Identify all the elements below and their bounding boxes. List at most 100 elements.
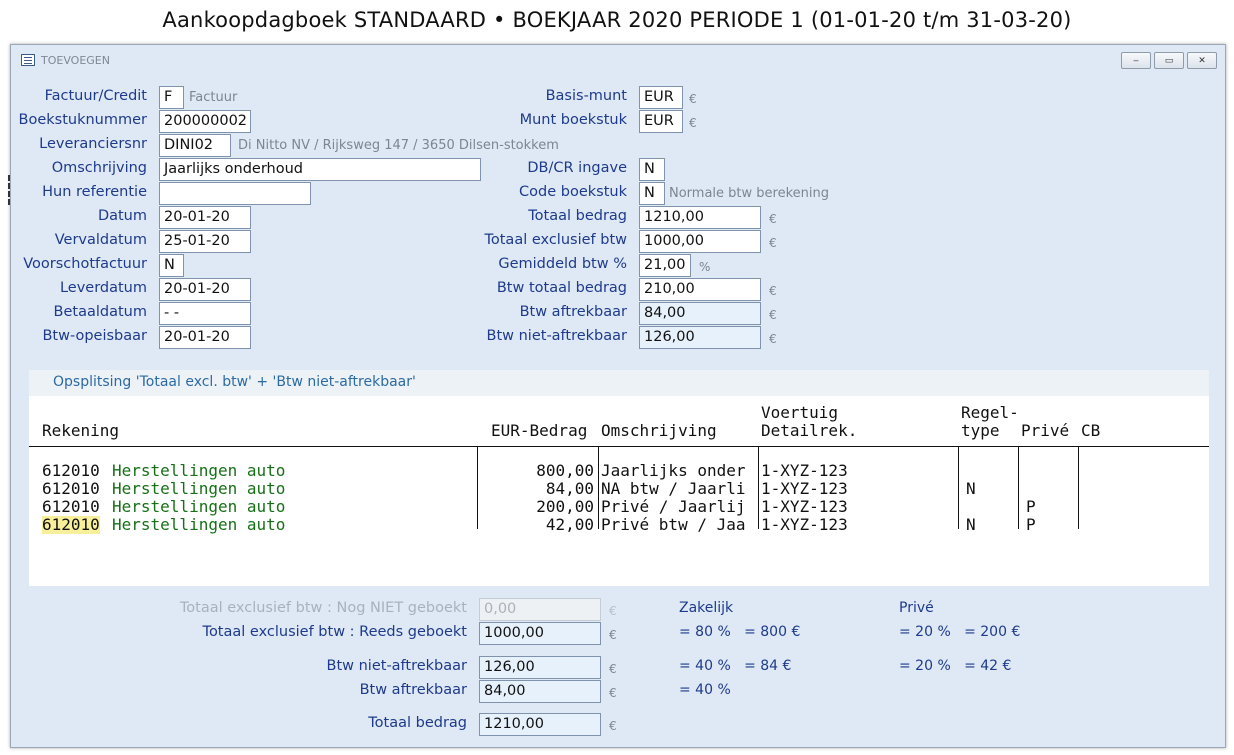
label-btw-totaal: Btw totaal bedrag: [496, 280, 627, 296]
row-prive[interactable]: P: [1026, 516, 1036, 534]
leveranciersnr-field[interactable]: DINI02: [159, 134, 231, 157]
munt-boekstuk-unit: €: [689, 116, 697, 130]
datum-field[interactable]: 20-01-20: [159, 206, 251, 229]
split-section-header: Opsplitsing 'Totaal excl. btw' + 'Btw ni…: [29, 370, 1209, 396]
factuur-credit-hint: Factuur: [189, 90, 238, 105]
window-menu-icon[interactable]: [21, 54, 35, 66]
totaal-bedrag-field[interactable]: 1210,00: [639, 206, 761, 229]
label-gemiddeld-btw: Gemiddeld btw %: [498, 256, 627, 272]
label-omschrijving: Omschrijving: [51, 160, 147, 176]
row-account-name[interactable]: Herstellingen auto: [112, 516, 285, 534]
basis-munt-field[interactable]: EUR: [639, 86, 683, 109]
row-prive[interactable]: P: [1026, 498, 1036, 516]
reeds-geboekt-field: 1000,00: [479, 622, 601, 645]
label-btw-opeisbaar: Btw-opeisbaar: [42, 328, 147, 344]
code-boekstuk-field[interactable]: N: [639, 182, 665, 205]
row-description[interactable]: Privé btw / Jaa: [601, 516, 746, 534]
nog-niet-geboekt-unit: €: [609, 604, 617, 618]
label-leveranciersnr: Leveranciersnr: [39, 136, 147, 152]
totaal-bedrag-unit: €: [769, 212, 777, 226]
row-account-name[interactable]: Herstellingen auto: [112, 480, 285, 498]
col-header-regeltype-2[interactable]: type: [961, 422, 1000, 440]
window-title: TOEVOEGEN: [41, 54, 110, 67]
row-description[interactable]: NA btw / Jaarli: [601, 480, 746, 498]
label-factuur-credit: Factuur/Credit: [44, 88, 147, 104]
row-vehicle[interactable]: 1-XYZ-123: [761, 516, 848, 534]
btw-niet-aftrekbaar-unit: €: [769, 332, 777, 346]
zakelijk-aftrekbaar: = 40 %: [679, 682, 731, 698]
minimize-button[interactable]: ‒: [1121, 52, 1151, 69]
btw-totaal-field[interactable]: 210,00: [639, 278, 761, 301]
col-divider: [758, 447, 759, 529]
row-account-name[interactable]: Herstellingen auto: [112, 498, 285, 516]
sum-totaal-bedrag-unit: €: [609, 719, 617, 733]
row-amount[interactable]: 42,00: [481, 516, 594, 534]
factuur-credit-field[interactable]: F: [159, 86, 184, 109]
row-type[interactable]: N: [966, 516, 976, 534]
row-amount[interactable]: 200,00: [481, 498, 594, 516]
col-header-regeltype-1[interactable]: Regel-: [961, 404, 1019, 422]
boekstuknummer-field[interactable]: 200000002: [159, 110, 251, 133]
dbcr-ingave-field[interactable]: N: [639, 158, 665, 181]
label-leverdatum: Leverdatum: [59, 280, 147, 296]
label-datum: Datum: [97, 208, 147, 224]
munt-boekstuk-field[interactable]: EUR: [639, 110, 683, 133]
label-totaal-bedrag: Totaal bedrag: [528, 208, 627, 224]
label-voorschotfactuur: Voorschotfactuur: [23, 256, 147, 272]
label-vervaldatum: Vervaldatum: [54, 232, 147, 248]
row-account-selected[interactable]: 612010: [42, 516, 100, 534]
label-reeds-geboekt: Totaal exclusief btw : Reeds geboekt: [202, 624, 467, 640]
col-header-bedrag[interactable]: EUR-Bedrag: [491, 422, 587, 440]
row-vehicle[interactable]: 1-XYZ-123: [761, 462, 848, 480]
totaal-excl-btw-field[interactable]: 1000,00: [639, 230, 761, 253]
col-header-voertuig[interactable]: Voertuig: [761, 404, 838, 422]
close-button[interactable]: ✕: [1187, 52, 1217, 69]
gemiddeld-btw-field[interactable]: 21,00: [639, 254, 691, 277]
label-totaal-excl-btw: Totaal exclusief btw: [484, 232, 627, 248]
sum-btw-aftrekbaar-unit: €: [609, 686, 617, 700]
col-header-rekening[interactable]: Rekening: [42, 422, 119, 440]
col-header-cb[interactable]: CB: [1081, 422, 1100, 440]
col-divider: [1078, 447, 1079, 529]
col-divider: [477, 447, 478, 529]
label-betaaldatum: Betaaldatum: [53, 304, 147, 320]
vervaldatum-field[interactable]: 25-01-20: [159, 230, 251, 253]
voorschotfactuur-field[interactable]: N: [159, 254, 184, 277]
row-account-name[interactable]: Herstellingen auto: [112, 462, 285, 480]
sum-btw-niet-aftrekbaar-unit: €: [609, 662, 617, 676]
row-vehicle[interactable]: 1-XYZ-123: [761, 498, 848, 516]
split-grid[interactable]: Rekening EUR-Bedrag Omschrijving Voertui…: [29, 396, 1209, 586]
window-edge-marker: [8, 175, 10, 205]
maximize-button[interactable]: ▭: [1154, 52, 1184, 69]
prive-header: Privé: [899, 600, 934, 616]
omschrijving-field[interactable]: Jaarlijks onderhoud: [159, 158, 481, 181]
btw-aftrekbaar-field: 84,00: [639, 302, 761, 325]
btw-opeisbaar-field[interactable]: 20-01-20: [159, 326, 251, 349]
col-header-prive[interactable]: Privé: [1021, 422, 1069, 440]
row-account[interactable]: 612010: [42, 498, 100, 516]
code-boekstuk-hint: Normale btw berekening: [669, 186, 829, 201]
row-type[interactable]: N: [966, 480, 976, 498]
split-section-title: Opsplitsing 'Totaal excl. btw' + 'Btw ni…: [53, 374, 416, 390]
totaal-excl-btw-unit: €: [769, 236, 777, 250]
col-header-omschrijving[interactable]: Omschrijving: [601, 422, 717, 440]
row-amount[interactable]: 800,00: [481, 462, 594, 480]
betaaldatum-field[interactable]: - -: [159, 302, 251, 325]
page-title: Aankoopdagboek STANDAARD • BOEKJAAR 2020…: [162, 8, 1072, 32]
btw-aftrekbaar-unit: €: [769, 308, 777, 322]
row-account[interactable]: 612010: [42, 462, 100, 480]
leverdatum-field[interactable]: 20-01-20: [159, 278, 251, 301]
col-divider: [1018, 447, 1019, 529]
row-account[interactable]: 612010: [42, 480, 100, 498]
col-header-detailrek[interactable]: Detailrek.: [761, 422, 857, 440]
label-boekstuknummer: Boekstuknummer: [18, 112, 147, 128]
nog-niet-geboekt-field: 0,00: [479, 598, 601, 621]
row-description[interactable]: Privé / Jaarlij: [601, 498, 746, 516]
btw-niet-aftrekbaar-field: 126,00: [639, 326, 761, 349]
row-description[interactable]: Jaarlijks onder: [601, 462, 746, 480]
label-dbcr-ingave: DB/CR ingave: [527, 160, 627, 176]
hun-referentie-field[interactable]: [159, 182, 311, 205]
zakelijk-booked: = 80 % = 800 €: [679, 624, 801, 640]
row-vehicle[interactable]: 1-XYZ-123: [761, 480, 848, 498]
row-amount[interactable]: 84,00: [481, 480, 594, 498]
